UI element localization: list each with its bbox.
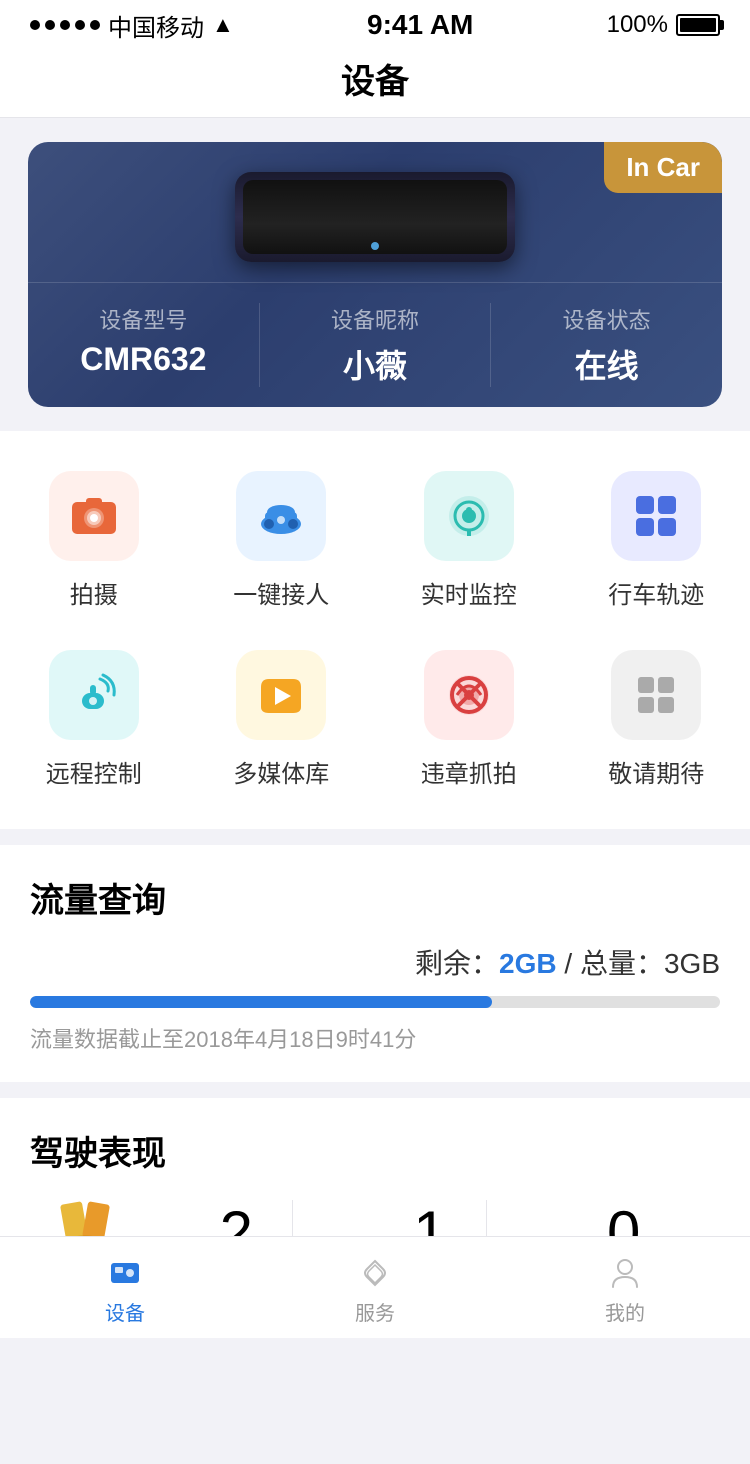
nickname-value: 小薇 — [260, 341, 491, 387]
battery-icon — [676, 14, 720, 36]
remote-icon — [68, 669, 120, 721]
violation-label: 违章抓拍 — [421, 754, 517, 789]
media-label: 多媒体库 — [233, 754, 329, 789]
connect-icon-wrap — [236, 471, 326, 561]
tab-device[interactable]: 设备 — [0, 1245, 250, 1326]
monitor-label: 实时监控 — [421, 575, 517, 610]
feature-grid: 拍摄 一键接人 — [0, 451, 750, 809]
dash-cam-indicator — [371, 242, 379, 250]
coming-icon — [630, 669, 682, 721]
wifi-icon: ▲ — [212, 12, 234, 38]
model-value: CMR632 — [28, 341, 259, 378]
device-model-item: 设备型号 CMR632 — [28, 303, 260, 387]
status-time: 9:41 AM — [367, 9, 473, 41]
track-icon-wrap — [611, 471, 701, 561]
feature-media[interactable]: 多媒体库 — [188, 630, 376, 809]
photo-label: 拍摄 — [70, 575, 118, 610]
feature-remote[interactable]: 远程控制 — [0, 630, 188, 809]
traffic-remaining-value: 2GB — [499, 948, 557, 979]
feature-connect[interactable]: 一键接人 — [188, 451, 376, 630]
feature-photo[interactable]: 拍摄 — [0, 451, 188, 630]
tab-mine[interactable]: 我的 — [500, 1245, 750, 1326]
monitor-icon — [443, 490, 495, 542]
traffic-note: 流量数据截止至2018年4月18日9时41分 — [30, 1022, 720, 1054]
photo-icon-wrap — [49, 471, 139, 561]
status-label: 设备状态 — [491, 303, 722, 335]
track-label: 行车轨迹 — [608, 575, 704, 610]
driving-title: 驾驶表现 — [30, 1126, 720, 1175]
device-info-row: 设备型号 CMR632 设备昵称 小薇 设备状态 在线 — [28, 282, 722, 407]
tab-device-label: 设备 — [105, 1297, 145, 1326]
traffic-summary: 剩余：2GB / 总量：3GB — [30, 942, 720, 982]
status-bar: 中国移动 ▲ 9:41 AM 100% — [0, 0, 750, 44]
feature-violation[interactable]: 违章抓拍 — [375, 630, 563, 809]
tab-service-icon — [357, 1255, 393, 1291]
tab-service-label: 服务 — [355, 1297, 395, 1326]
dash-cam-image — [235, 172, 515, 262]
coming-icon-wrap — [611, 650, 701, 740]
device-status-item: 设备状态 在线 — [491, 303, 722, 387]
tab-service[interactable]: 服务 — [250, 1245, 500, 1326]
status-value: 在线 — [491, 341, 722, 387]
in-car-badge: In Car — [604, 142, 722, 193]
tab-mine-label: 我的 — [605, 1297, 645, 1326]
traffic-total-label: 总量： — [580, 948, 664, 979]
signal-dots — [30, 20, 100, 30]
remote-icon-wrap — [49, 650, 139, 740]
violation-icon — [443, 669, 495, 721]
status-right: 100% — [607, 11, 720, 39]
connect-label: 一键接人 — [233, 575, 329, 610]
tab-bar: 设备 服务 我的 — [0, 1236, 750, 1334]
model-label: 设备型号 — [28, 303, 259, 335]
feature-track[interactable]: 行车轨迹 — [563, 451, 750, 630]
traffic-section: 流量查询 剩余：2GB / 总量：3GB 流量数据截止至2018年4月18日9时… — [0, 845, 750, 1082]
traffic-total-value: 3GB — [664, 948, 720, 979]
device-nickname-item: 设备昵称 小薇 — [260, 303, 492, 387]
traffic-title: 流量查询 — [30, 873, 720, 922]
page-title-bar: 设备 — [0, 44, 750, 118]
remote-label: 远程控制 — [46, 754, 142, 789]
feature-coming: 敬请期待 — [563, 630, 750, 809]
page-title: 设备 — [0, 54, 750, 103]
nickname-label: 设备昵称 — [260, 303, 491, 335]
violation-icon-wrap — [424, 650, 514, 740]
media-icon-wrap — [236, 650, 326, 740]
traffic-progress-fill — [30, 996, 492, 1008]
monitor-icon-wrap — [424, 471, 514, 561]
traffic-remaining-label: 剩余： — [415, 948, 499, 979]
photo-icon — [68, 490, 120, 542]
track-icon — [630, 490, 682, 542]
feature-monitor[interactable]: 实时监控 — [375, 451, 563, 630]
coming-label: 敬请期待 — [608, 754, 704, 789]
feature-section: 拍摄 一键接人 — [0, 431, 750, 829]
media-icon — [255, 669, 307, 721]
carrier-label: 中国移动 — [108, 8, 204, 43]
device-card: In Car 设备型号 CMR632 设备昵称 小薇 设备状态 在线 — [28, 142, 722, 407]
status-left: 中国移动 ▲ — [30, 8, 234, 43]
battery-percent: 100% — [607, 11, 668, 39]
tab-mine-icon — [607, 1255, 643, 1291]
traffic-progress-bar — [30, 996, 720, 1008]
tab-device-icon — [107, 1255, 143, 1291]
connect-icon — [255, 490, 307, 542]
traffic-separator: / — [557, 948, 580, 979]
